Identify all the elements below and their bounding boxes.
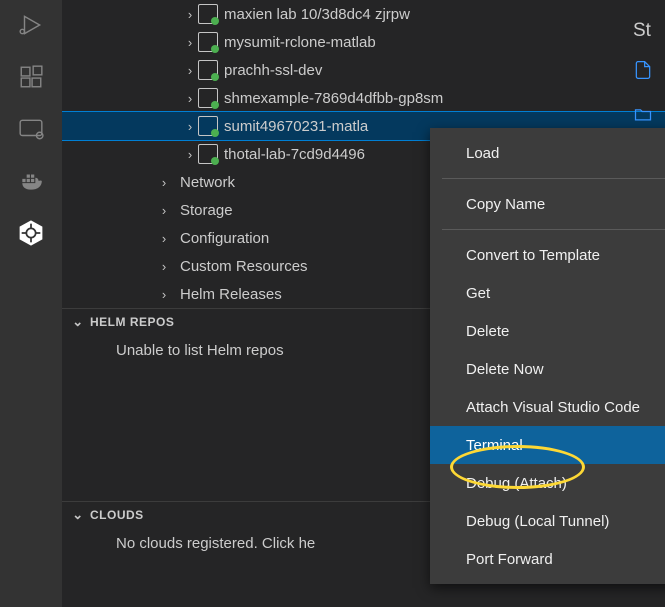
right-panel-edge: St xyxy=(625,0,665,130)
pod-icon xyxy=(198,60,218,80)
pod-label: maxien lab 10/3d8dc4 zjrpw xyxy=(224,6,410,23)
tree-row-pod[interactable]: › prachh-ssl-dev xyxy=(62,56,665,84)
category-label: Storage xyxy=(180,202,233,219)
category-label: Custom Resources xyxy=(180,258,308,275)
menu-item-get[interactable]: Get xyxy=(430,274,665,312)
chevron-down-icon: ⌄ xyxy=(70,314,86,330)
chevron-right-icon: › xyxy=(156,287,172,302)
chevron-right-icon: › xyxy=(156,203,172,218)
file-icon[interactable] xyxy=(633,60,653,80)
sidebar: › maxien lab 10/3d8dc4 zjrpw › mysumit-rclo… xyxy=(62,0,665,607)
kubernetes-icon[interactable] xyxy=(16,218,46,248)
menu-item-debug-local-tunnel-[interactable]: Debug (Local Tunnel) xyxy=(430,502,665,540)
chevron-right-icon: › xyxy=(182,7,198,22)
folder-icon[interactable] xyxy=(633,104,653,124)
menu-item-delete[interactable]: Delete xyxy=(430,312,665,350)
category-label: Configuration xyxy=(180,230,269,247)
right-edge-text: St xyxy=(625,20,665,42)
pod-label: sumit49670231-matla xyxy=(224,118,368,135)
run-debug-icon[interactable] xyxy=(16,10,46,40)
menu-item-port-forward[interactable]: Port Forward xyxy=(430,540,665,578)
menu-item-delete-now[interactable]: Delete Now xyxy=(430,350,665,388)
tree-row-pod[interactable]: › maxien lab 10/3d8dc4 zjrpw xyxy=(62,0,665,28)
chevron-right-icon: › xyxy=(156,175,172,190)
menu-separator xyxy=(442,229,665,230)
chevron-right-icon: › xyxy=(182,35,198,50)
tree-row-pod[interactable]: › shmexample-7869d4dfbb-gp8sm xyxy=(62,84,665,112)
remote-explorer-icon[interactable] xyxy=(16,114,46,144)
menu-item-debug-attach-[interactable]: Debug (Attach) xyxy=(430,464,665,502)
pod-label: shmexample-7869d4dfbb-gp8sm xyxy=(224,90,443,107)
activity-bar xyxy=(0,0,62,607)
menu-item-terminal[interactable]: Terminal xyxy=(430,426,665,464)
pod-icon xyxy=(198,4,218,24)
pod-label: mysumit-rclone-matlab xyxy=(224,34,376,51)
pod-icon xyxy=(198,144,218,164)
menu-separator xyxy=(442,178,665,179)
chevron-right-icon: › xyxy=(182,91,198,106)
menu-item-copy-name[interactable]: Copy Name xyxy=(430,185,665,223)
category-label: Helm Releases xyxy=(180,286,282,303)
menu-item-attach-visual-studio-code[interactable]: Attach Visual Studio Code xyxy=(430,388,665,426)
chevron-right-icon: › xyxy=(182,147,198,162)
category-label: Network xyxy=(180,174,235,191)
menu-item-convert-to-template[interactable]: Convert to Template xyxy=(430,236,665,274)
section-title: HELM REPOS xyxy=(90,315,174,329)
pod-icon xyxy=(198,116,218,136)
extensions-icon[interactable] xyxy=(16,62,46,92)
context-menu: LoadCopy NameConvert to TemplateGetDelet… xyxy=(430,128,665,584)
chevron-right-icon: › xyxy=(182,63,198,78)
chevron-down-icon: ⌄ xyxy=(70,507,86,523)
docker-icon[interactable] xyxy=(16,166,46,196)
chevron-right-icon: › xyxy=(182,119,198,134)
chevron-right-icon: › xyxy=(156,231,172,246)
pod-label: thotal-lab-7cd9d4496 xyxy=(224,146,365,163)
menu-item-load[interactable]: Load xyxy=(430,134,665,172)
pod-label: prachh-ssl-dev xyxy=(224,62,322,79)
tree-row-pod[interactable]: › mysumit-rclone-matlab xyxy=(62,28,665,56)
pod-icon xyxy=(198,32,218,52)
chevron-right-icon: › xyxy=(156,259,172,274)
pod-icon xyxy=(198,88,218,108)
section-title: CLOUDS xyxy=(90,508,144,522)
